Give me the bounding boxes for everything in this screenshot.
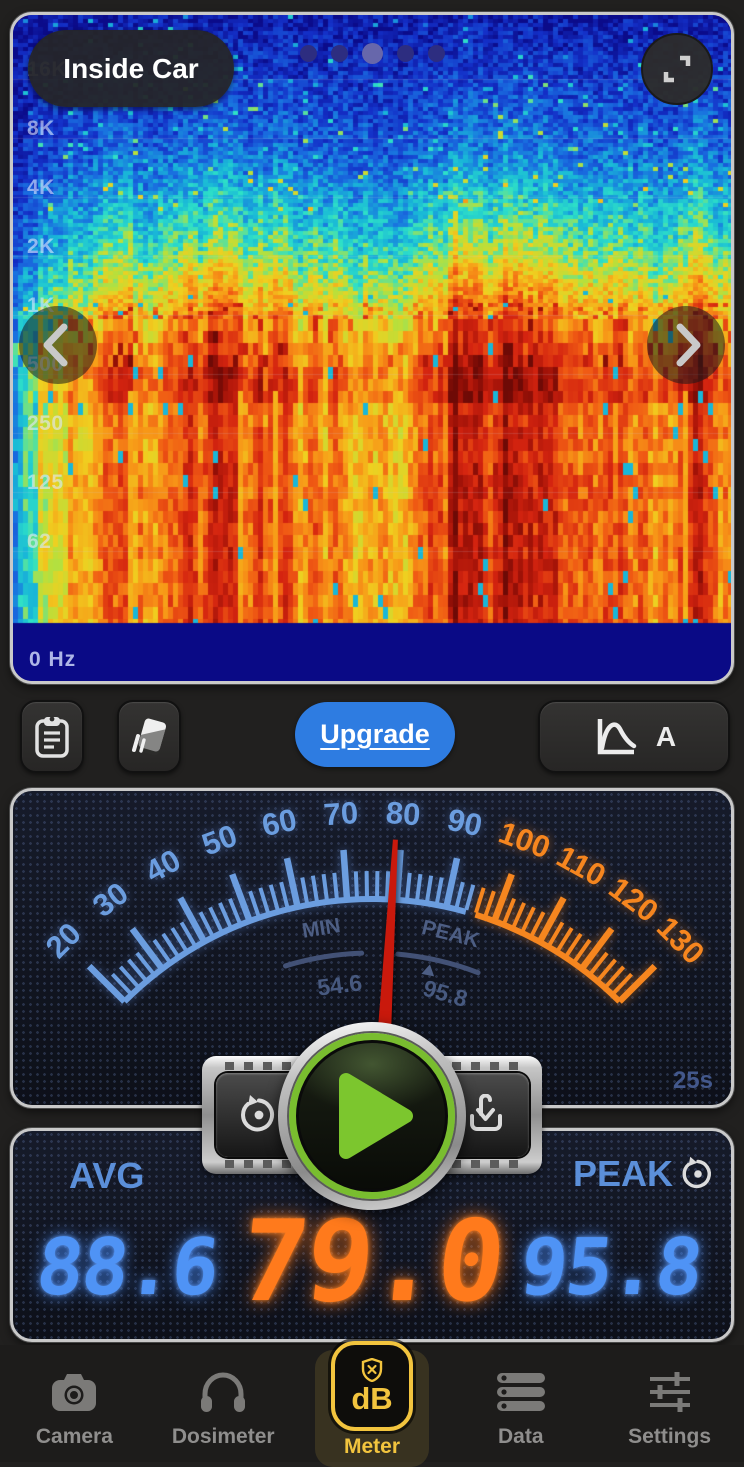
chevron-right-icon — [647, 306, 725, 384]
freq-label: 250 — [27, 412, 64, 436]
svg-text:70: 70 — [322, 795, 359, 832]
frequency-weighting-button[interactable]: A — [538, 700, 730, 773]
page-dot — [428, 45, 445, 62]
play-button[interactable] — [278, 1022, 466, 1210]
freq-label: 2K — [27, 235, 55, 259]
svg-text:40: 40 — [139, 842, 186, 889]
camera-icon — [49, 1369, 99, 1415]
spectrogram-image — [13, 15, 731, 681]
svg-text:20: 20 — [39, 916, 88, 965]
tab-settings[interactable]: Settings — [595, 1345, 744, 1462]
film-perforations — [225, 1062, 293, 1070]
frequency-axis-zero: 0 Hz — [29, 648, 76, 672]
play-icon — [334, 1068, 420, 1164]
chevron-left-icon — [19, 306, 97, 384]
prev-page-button[interactable] — [19, 306, 97, 384]
shield-icon — [361, 1358, 383, 1382]
notes-button[interactable] — [20, 700, 84, 773]
freq-label: 62 — [27, 530, 51, 554]
reset-peak-icon[interactable] — [679, 1155, 717, 1193]
preset-chip[interactable]: Inside Car — [28, 30, 234, 107]
next-page-button[interactable] — [647, 306, 725, 384]
tab-label: Camera — [36, 1425, 113, 1449]
current-level-value: 79.0 — [234, 1197, 509, 1327]
film-perforations — [225, 1160, 293, 1168]
freq-label: 8K — [27, 117, 55, 141]
tab-bar: Camera Dosimeter dB Meter — [0, 1345, 744, 1462]
page-dot — [397, 45, 414, 62]
decibel-meter-icon: dB — [331, 1341, 413, 1431]
svg-text:PEAK: PEAK — [419, 916, 481, 952]
preset-label: Inside Car — [63, 53, 198, 85]
data-list-icon — [495, 1369, 547, 1415]
svg-text:50: 50 — [197, 818, 242, 863]
peak-label: PEAK — [573, 1153, 673, 1195]
weighting-curve-icon — [592, 715, 638, 759]
fullscreen-button[interactable] — [641, 33, 713, 105]
tab-label: Dosimeter — [172, 1425, 275, 1449]
reset-icon — [237, 1093, 281, 1137]
svg-text:110: 110 — [551, 839, 612, 894]
weighting-value: A — [656, 721, 676, 753]
svg-text:80: 80 — [385, 795, 422, 832]
tilted-card-icon — [128, 716, 170, 758]
expand-icon — [660, 52, 694, 86]
avg-label: AVG — [69, 1155, 144, 1197]
page-dot — [362, 43, 383, 64]
download-icon — [465, 1094, 507, 1136]
tab-dosimeter[interactable]: Dosimeter — [149, 1345, 298, 1462]
tab-data[interactable]: Data — [446, 1345, 595, 1462]
film-perforations — [452, 1062, 520, 1070]
transport-controls — [202, 1022, 542, 1214]
svg-text:130: 130 — [650, 910, 711, 971]
db-badge-text: dB — [351, 1383, 392, 1414]
page-dot — [300, 45, 317, 62]
svg-text:60: 60 — [259, 802, 300, 844]
upgrade-label: Upgrade — [320, 719, 430, 750]
tab-meter[interactable]: dB Meter — [298, 1345, 447, 1462]
spectrogram-panel: 16K8K4K2K1K50025012562 0 Hz Inside Car — [10, 12, 734, 684]
svg-text:90: 90 — [444, 802, 485, 844]
page-dot — [331, 45, 348, 62]
peak-label-row: PEAK — [573, 1153, 717, 1195]
tab-camera[interactable]: Camera — [0, 1345, 149, 1462]
freq-label: 4K — [27, 176, 55, 200]
upgrade-button[interactable]: Upgrade — [295, 702, 455, 767]
elapsed-time: 25s — [673, 1067, 713, 1095]
active-tab-highlight: dB Meter — [315, 1350, 429, 1467]
svg-text:30: 30 — [86, 875, 135, 924]
svg-text:MIN: MIN — [300, 914, 342, 943]
freq-label: 125 — [27, 471, 64, 495]
svg-text:100: 100 — [494, 815, 555, 866]
svg-text:95.8: 95.8 — [420, 975, 470, 1012]
svg-text:54.6: 54.6 — [316, 969, 364, 1000]
tab-label: Settings — [628, 1425, 711, 1449]
headphones-icon — [199, 1369, 247, 1415]
tab-label: Data — [498, 1425, 544, 1449]
calibration-button[interactable] — [117, 700, 181, 773]
film-perforations — [452, 1160, 520, 1168]
avg-value: 88.6 — [32, 1223, 221, 1313]
peak-value: 95.8 — [516, 1223, 705, 1313]
sliders-icon — [646, 1369, 694, 1415]
clipboard-icon — [33, 714, 71, 760]
tab-label: Meter — [344, 1435, 400, 1459]
svg-text:120: 120 — [602, 870, 664, 929]
